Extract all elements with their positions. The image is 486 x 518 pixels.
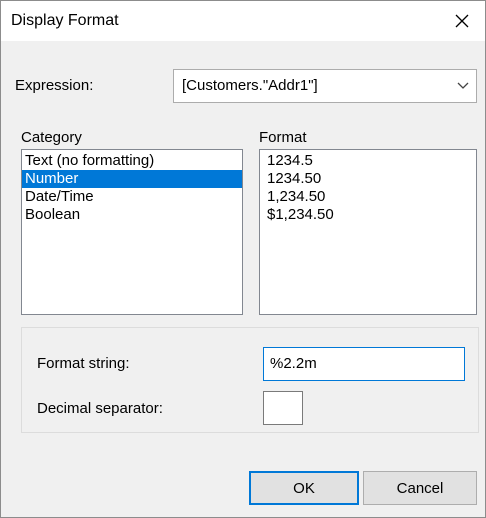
decimal-separator-input[interactable] — [263, 391, 303, 425]
format-label: Format — [259, 129, 307, 146]
category-item-text[interactable]: Text (no formatting) — [22, 152, 242, 170]
format-item-3[interactable]: 1,234.50 — [264, 188, 476, 206]
chevron-down-icon — [457, 82, 469, 89]
display-format-dialog: Display Format Expression: [Customers."A… — [0, 0, 486, 518]
dialog-title: Display Format — [11, 12, 119, 29]
format-string-label: Format string: — [37, 355, 130, 372]
title-bar: Display Format — [1, 1, 485, 41]
format-item-4[interactable]: $1,234.50 — [264, 206, 476, 224]
category-item-boolean[interactable]: Boolean — [22, 206, 242, 224]
category-label: Category — [21, 129, 82, 146]
category-listbox[interactable]: Text (no formatting) Number Date/Time Bo… — [21, 149, 243, 315]
format-item-2[interactable]: 1234.50 — [264, 170, 476, 188]
close-icon — [455, 14, 469, 28]
expression-combobox[interactable]: [Customers."Addr1"] — [173, 69, 477, 103]
decimal-separator-label: Decimal separator: — [37, 400, 163, 417]
close-button[interactable] — [439, 1, 485, 41]
expression-value: [Customers."Addr1"] — [182, 77, 318, 94]
cancel-button[interactable]: Cancel — [363, 471, 477, 505]
ok-button[interactable]: OK — [249, 471, 359, 505]
category-item-number[interactable]: Number — [22, 170, 242, 188]
expression-label: Expression: — [15, 77, 94, 94]
category-item-datetime[interactable]: Date/Time — [22, 188, 242, 206]
format-listbox[interactable]: 1234.5 1234.50 1,234.50 $1,234.50 — [259, 149, 477, 315]
format-string-input[interactable]: %2.2m — [263, 347, 465, 381]
format-string-value: %2.2m — [270, 355, 317, 372]
format-item-1[interactable]: 1234.5 — [264, 152, 476, 170]
